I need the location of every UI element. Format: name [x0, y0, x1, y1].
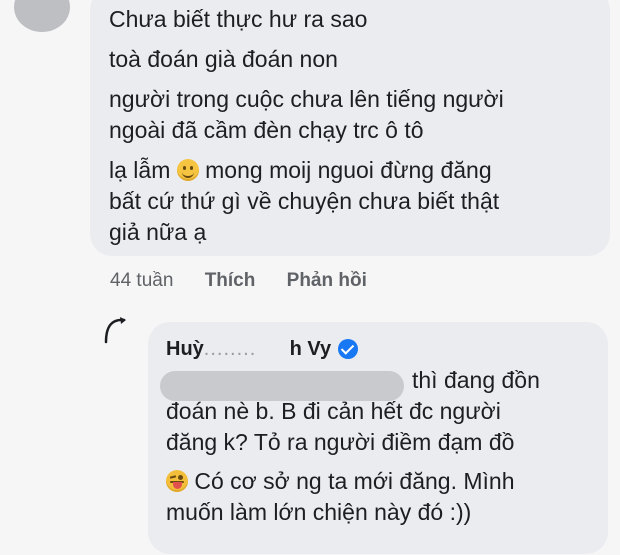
comment-line: người trong cuộc chưa lên tiếng người: [109, 86, 504, 112]
comment-line: Chưa biết thực hư ra sao: [109, 6, 368, 32]
comment-fragment: lạ lẫm: [109, 157, 171, 183]
comment-line: bất cứ thứ gì về chuyện chưa biết thật: [109, 188, 500, 214]
reply-thread-icon: [104, 317, 126, 344]
verified-badge-icon: [338, 339, 358, 359]
comment-actions: 44 tuần Thích Phản hồi: [110, 270, 393, 292]
comment-line: ngoài đã cầm đèn chạy trc ô tô: [109, 117, 424, 143]
comment-text: Chưa biết thực hư ra sao toà đoán già đo…: [109, 4, 599, 248]
reply-line: đoán nè b. B đi cản hết đc người: [166, 398, 501, 424]
reply-line: Có cơ sở ng ta mới đăng. Mình: [166, 466, 596, 497]
reply-line: thì đang đồn: [412, 367, 540, 393]
commenter-avatar[interactable]: [14, 0, 70, 32]
author-name-start: Huỳ: [166, 338, 204, 360]
reply-button[interactable]: Phản hồi: [287, 270, 367, 291]
smiling-face-icon: [176, 159, 199, 181]
comment-timestamp[interactable]: 44 tuần: [110, 270, 173, 291]
like-button[interactable]: Thích: [205, 270, 256, 291]
comment-line: giả nữa ạ: [109, 219, 207, 245]
comment-line: toà đoán già đoán non: [109, 46, 338, 72]
author-name-hidden: ........: [203, 338, 257, 360]
comment-fragment: mong moij nguoi đừng đăng: [205, 157, 492, 183]
winking-face-with-tongue-icon: [166, 470, 188, 492]
reply-author-name[interactable]: Huỳ........ h Vy: [166, 338, 331, 361]
comment-line: lạ lẫm mong moij nguoi đừng đăng: [109, 155, 599, 186]
reply-line: đăng k? Tỏ ra người điềm đạm đồ: [166, 429, 515, 455]
reply-text: thì đang đồn đoán nè b. B đi cản hết đc …: [166, 365, 596, 528]
reply-line: muốn làm lớn chiện này đó :)): [166, 499, 472, 525]
reply-fragment: Có cơ sở ng ta mới đăng. Mình: [194, 468, 515, 494]
author-name-end: h Vy: [289, 338, 332, 360]
